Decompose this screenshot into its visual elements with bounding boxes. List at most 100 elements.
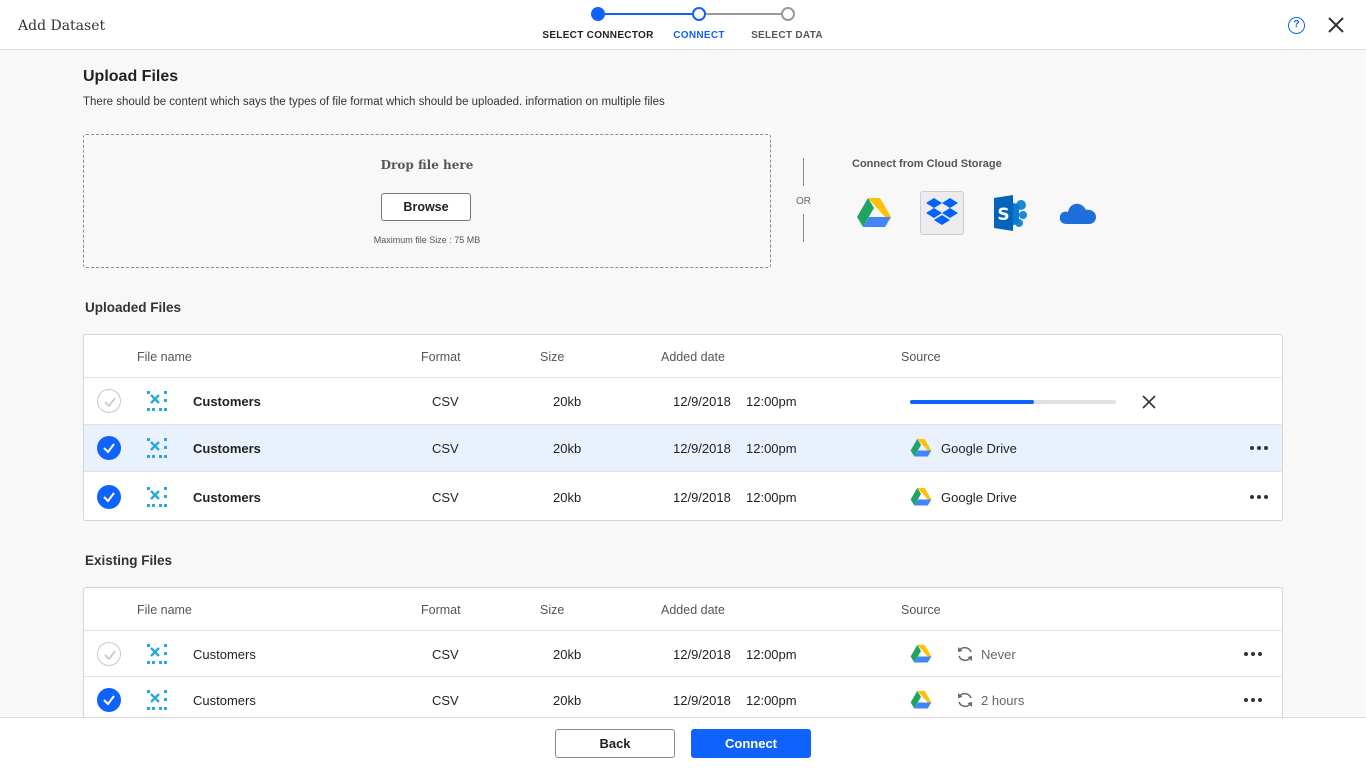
file-format: CSV [432,693,459,708]
added-time: 12:00pm [746,693,797,708]
cancel-upload-icon[interactable] [1142,395,1156,409]
upload-files-title: Upload Files [83,68,179,85]
upload-progress-bar [910,400,1116,404]
close-icon[interactable] [1326,15,1346,35]
dataset-file-icon [147,487,167,507]
source-name: Google Drive [941,441,1017,456]
google-drive-icon [910,644,932,663]
file-format: CSV [432,394,459,409]
or-label: OR [796,196,811,207]
step-dot-connect[interactable] [692,7,706,21]
step-dot-select-connector[interactable] [591,7,605,21]
google-drive-icon [910,438,932,457]
file-size: 20kb [553,647,582,662]
google-drive-connector[interactable] [852,191,896,235]
column-header-size[interactable]: Size [540,350,564,364]
file-drop-zone[interactable]: Drop file here Browse Maximum file Size … [83,134,771,268]
max-file-size-note: Maximum file Size : 75 MB [373,235,481,245]
sharepoint-connector[interactable]: S [988,191,1032,235]
column-header-source[interactable]: Source [901,350,941,364]
step-connector-line-2 [706,13,782,15]
checkmark-icon [103,695,115,706]
dropbox-connector[interactable] [920,191,964,235]
added-time: 12:00pm [746,394,797,409]
added-date: 12/9/2018 [673,693,731,708]
progress-stepper: SELECT CONNECTOR CONNECT SELECT DATA [530,0,850,50]
checkmark-icon [103,443,115,454]
added-time: 12:00pm [746,647,797,662]
footer-bar: Back Connect [0,717,1366,768]
column-header-source[interactable]: Source [901,603,941,617]
table-header: File name Format Size Added date Source [84,588,1282,631]
last-sync-label: 2 hours [981,693,1025,708]
file-name: Customers [193,693,256,708]
step-label-select-connector[interactable]: SELECT CONNECTOR [542,30,653,41]
step-dot-select-data[interactable] [781,7,795,21]
uploaded-files-title: Uploaded Files [85,300,182,315]
file-name: Customers [193,394,261,409]
svg-text:S: S [997,205,1009,225]
row-checkbox[interactable] [97,389,121,413]
more-options-icon[interactable] [1244,651,1264,657]
column-header-format[interactable]: Format [421,603,461,617]
sharepoint-icon: S [994,195,1027,231]
existing-files-table: File name Format Size Added date Source … [83,587,1283,727]
last-sync-label: Never [981,647,1016,662]
onedrive-connector[interactable] [1056,191,1100,235]
added-date: 12/9/2018 [673,647,731,662]
dataset-file-icon [147,391,167,411]
sync-icon [958,646,972,662]
step-label-connect[interactable]: CONNECT [673,30,725,41]
google-drive-icon [910,487,932,506]
google-drive-icon [910,690,932,709]
checkmark-icon [104,650,116,661]
column-header-added-date[interactable]: Added date [661,350,725,364]
or-divider-bottom [803,214,804,242]
drop-file-label: Drop file here [380,158,474,172]
file-size: 20kb [553,693,582,708]
table-row[interactable]: Customers CSV 20kb 12/9/2018 12:00pm Goo… [84,472,1282,521]
more-options-icon[interactable] [1244,697,1264,703]
dialog-title: Add Dataset [18,18,106,34]
table-header: File name Format Size Added date Source [84,335,1282,378]
column-header-format[interactable]: Format [421,350,461,364]
added-time: 12:00pm [746,441,797,456]
row-checkbox[interactable] [97,642,121,666]
upload-files-description: There should be content which says the t… [83,96,665,108]
row-checkbox[interactable] [97,436,121,460]
table-row[interactable]: Customers CSV 20kb 12/9/2018 12:00pm Goo… [84,425,1282,472]
back-button[interactable]: Back [555,729,675,758]
file-name: Customers [193,441,261,456]
row-checkbox[interactable] [97,688,121,712]
file-format: CSV [432,441,459,456]
onedrive-icon [1059,203,1096,224]
top-bar: Add Dataset SELECT CONNECTOR CONNECT SEL… [0,0,1366,50]
file-name: Customers [193,647,256,662]
column-header-file-name[interactable]: File name [137,603,192,617]
more-options-icon[interactable] [1250,445,1270,451]
file-size: 20kb [553,490,582,505]
table-row[interactable]: Customers CSV 20kb 12/9/2018 12:00pm [84,378,1282,425]
step-connector-line-1 [604,13,692,15]
google-drive-icon [857,198,891,227]
browse-button[interactable]: Browse [381,193,471,221]
or-divider-top [803,158,804,186]
sync-icon [958,692,972,708]
table-row[interactable]: Customers CSV 20kb 12/9/2018 12:00pm Nev… [84,631,1282,677]
dataset-file-icon [147,438,167,458]
file-name: Customers [193,490,261,505]
file-size: 20kb [553,394,582,409]
connect-button[interactable]: Connect [691,729,811,758]
checkmark-icon [103,492,115,503]
question-icon[interactable]: ? [1288,17,1305,34]
upload-progress-fill [910,400,1034,404]
step-label-select-data[interactable]: SELECT DATA [751,30,823,41]
column-header-file-name[interactable]: File name [137,350,192,364]
more-options-icon[interactable] [1250,494,1270,500]
added-time: 12:00pm [746,490,797,505]
row-checkbox[interactable] [97,485,121,509]
column-header-added-date[interactable]: Added date [661,603,725,617]
column-header-size[interactable]: Size [540,603,564,617]
dataset-file-icon [147,690,167,710]
file-format: CSV [432,490,459,505]
